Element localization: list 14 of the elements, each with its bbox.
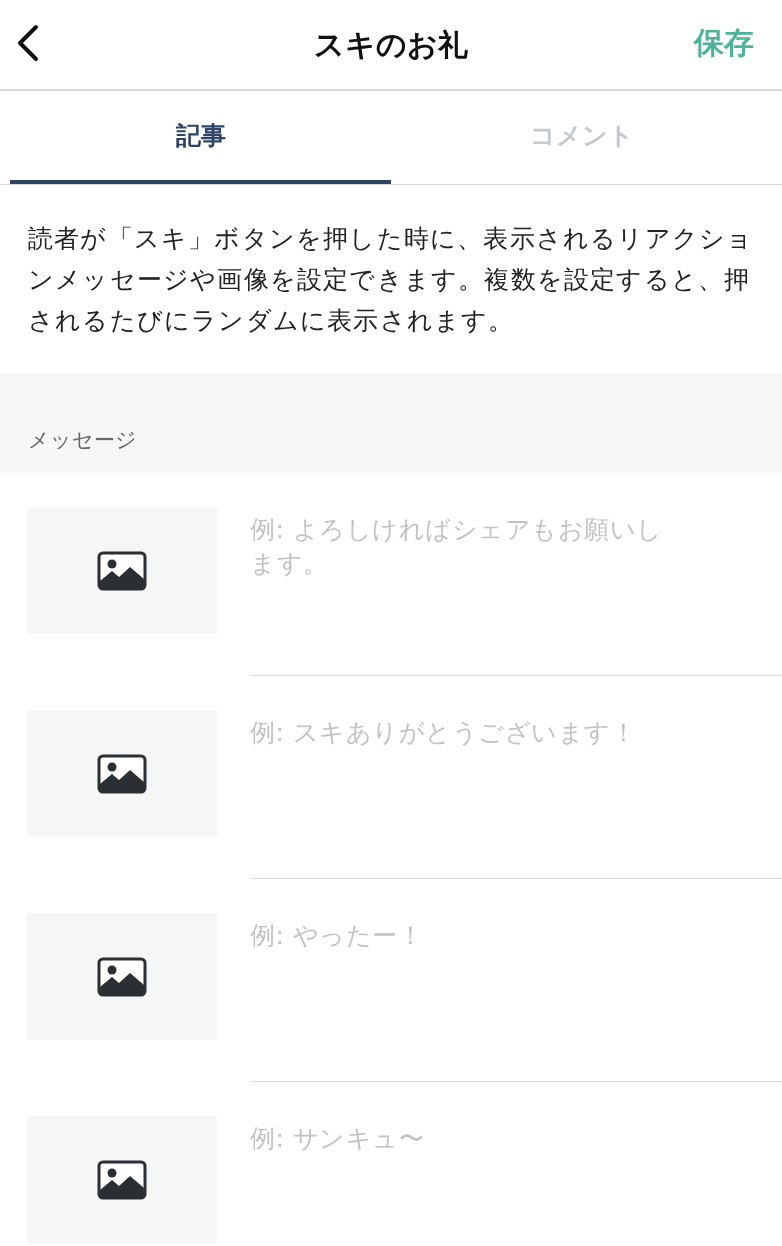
image-icon [97, 550, 147, 591]
image-upload-button[interactable] [27, 710, 217, 837]
tab[interactable]: コメント [391, 91, 772, 184]
image-upload-button[interactable] [27, 913, 217, 1040]
image-icon [97, 1159, 147, 1200]
image-upload-button[interactable] [27, 1116, 217, 1243]
image-icon [97, 753, 147, 794]
tab[interactable]: 記事 [10, 91, 391, 184]
save-button[interactable]: 保存 [694, 20, 754, 65]
section-label: メッセージ [28, 428, 137, 452]
description-text: 読者が「スキ」ボタンを押した時に、表示されるリアクションメッセージや画像を設定できます。複数を設定すると、押されるたびにランダムに表示されます。 [27, 223, 755, 337]
page-title: スキのお礼 [314, 26, 468, 64]
image-icon [97, 956, 147, 997]
image-upload-button[interactable] [27, 507, 217, 634]
